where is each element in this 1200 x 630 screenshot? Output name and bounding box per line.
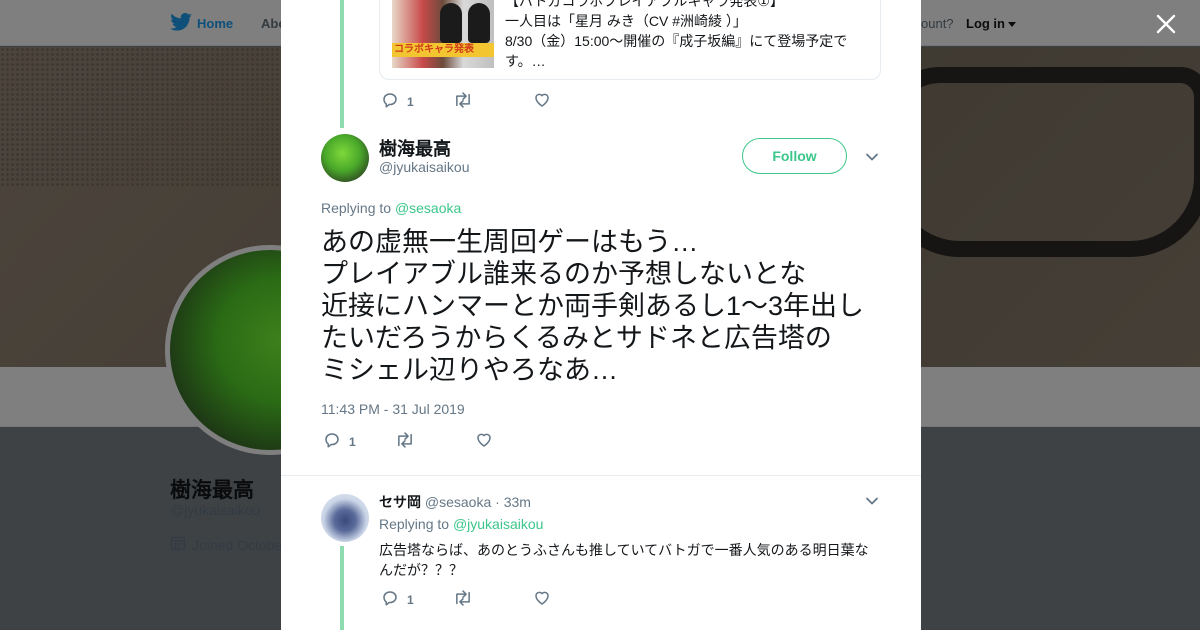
reply-avatar[interactable]	[321, 494, 369, 542]
card-thumbnail: コラボキャラ発表	[392, 0, 494, 68]
tweet-text-line: あの虚無一生周回ゲーはもう…	[321, 227, 699, 257]
reply-icon	[381, 91, 399, 114]
tweet-text: あの虚無一生周回ゲーはもう… プレイアブル誰来るのか予想しないとな 近接にハンマ…	[321, 226, 886, 386]
like-button[interactable]	[475, 432, 493, 452]
tweet-text-line: 近接にハンマーとか両手剣あるし1〜3年出し	[321, 291, 865, 321]
card-thumb-caption: コラボキャラ発表	[392, 43, 494, 57]
reply-count: 1	[407, 95, 414, 109]
chevron-down-icon[interactable]	[864, 493, 880, 514]
divider	[281, 475, 921, 476]
tweet-detail-modal: コラボキャラ発表 【バトガコラボプレイアブルキャラ発表①】 一人目は「星月 みき…	[281, 0, 921, 630]
reply-count: 1	[349, 435, 356, 449]
user-avatar[interactable]	[321, 134, 369, 182]
retweet-icon	[453, 91, 473, 114]
reply-time[interactable]: · 33m	[495, 494, 531, 510]
tweet-text-line: ミシェル辺りやろなあ…	[321, 355, 618, 385]
follow-button[interactable]: Follow	[742, 138, 847, 174]
tweet-timestamp[interactable]: 11:43 PM - 31 Jul 2019	[321, 401, 465, 417]
close-icon[interactable]	[1154, 12, 1178, 36]
reply-text-line: んだが？？？	[379, 562, 463, 578]
tweet-actions: 1	[323, 431, 493, 454]
thread-line	[340, 546, 344, 630]
card-line: 8/30（金）15:00～開催の『成子坂編』にて登場予定で	[505, 33, 848, 49]
reply-header: セサ岡 @sesaoka · 33m	[379, 492, 531, 512]
like-icon	[475, 431, 493, 454]
like-button[interactable]	[533, 92, 551, 112]
card-line: 一人目は「星月 みき（CV #洲崎綾 ）」	[505, 13, 747, 29]
reply-count: 1	[407, 593, 414, 607]
card-text: 【バトガコラボプレイアブルキャラ発表①】 一人目は「星月 みき（CV #洲崎綾 …	[505, 0, 865, 71]
replying-to: Replying to @sesaoka	[321, 200, 461, 216]
tweet-text-line: たいだろうからくるみとサドネと広告塔の	[321, 323, 832, 353]
reply-icon	[381, 589, 399, 612]
reply-button[interactable]: 1	[381, 92, 414, 112]
silhouette-shape	[440, 3, 462, 43]
thread-line	[340, 0, 344, 128]
retweet-icon	[453, 589, 473, 612]
card-line: 【バトガコラボプレイアブルキャラ発表①】	[505, 0, 784, 9]
retweet-button[interactable]	[453, 589, 473, 612]
replying-prefix: Replying to	[321, 200, 392, 216]
reply-button[interactable]: 1	[381, 590, 414, 610]
reply-user-name[interactable]: セサ岡	[379, 494, 421, 510]
user-name[interactable]: 樹海最高	[379, 135, 451, 161]
reply-text: 広告塔ならば、あのとうふさんも推していてバトガで一番人気のある明日葉な んだが？…	[379, 540, 879, 580]
tweet-actions: 1	[381, 589, 551, 612]
reply-text-line: 広告塔ならば、あのとうふさんも推していてバトガで一番人気のある明日葉な	[379, 542, 869, 558]
retweet-icon	[395, 431, 415, 454]
replying-to: Replying to @jyukaisaikou	[379, 516, 543, 532]
reply-icon	[323, 431, 341, 454]
reply-user-handle[interactable]: @sesaoka	[425, 494, 491, 510]
silhouette-shape	[468, 3, 490, 43]
retweet-button[interactable]	[453, 91, 473, 114]
replying-handle-link[interactable]: @jyukaisaikou	[453, 516, 543, 532]
chevron-down-icon[interactable]	[864, 149, 880, 170]
user-handle[interactable]: @jyukaisaikou	[379, 159, 469, 175]
replying-handle-link[interactable]: @sesaoka	[395, 200, 461, 216]
reply-button[interactable]: 1	[323, 432, 356, 452]
retweet-button[interactable]	[395, 431, 415, 454]
card-line: す。…	[505, 53, 546, 69]
replying-prefix: Replying to	[379, 516, 450, 532]
tweet-actions: 1	[381, 91, 551, 114]
like-icon	[533, 589, 551, 612]
tweet-text-line: プレイアブル誰来るのか予想しないとな	[321, 259, 807, 289]
link-card[interactable]: コラボキャラ発表 【バトガコラボプレイアブルキャラ発表①】 一人目は「星月 みき…	[379, 0, 881, 80]
like-icon	[533, 91, 551, 114]
like-button[interactable]	[533, 590, 551, 610]
